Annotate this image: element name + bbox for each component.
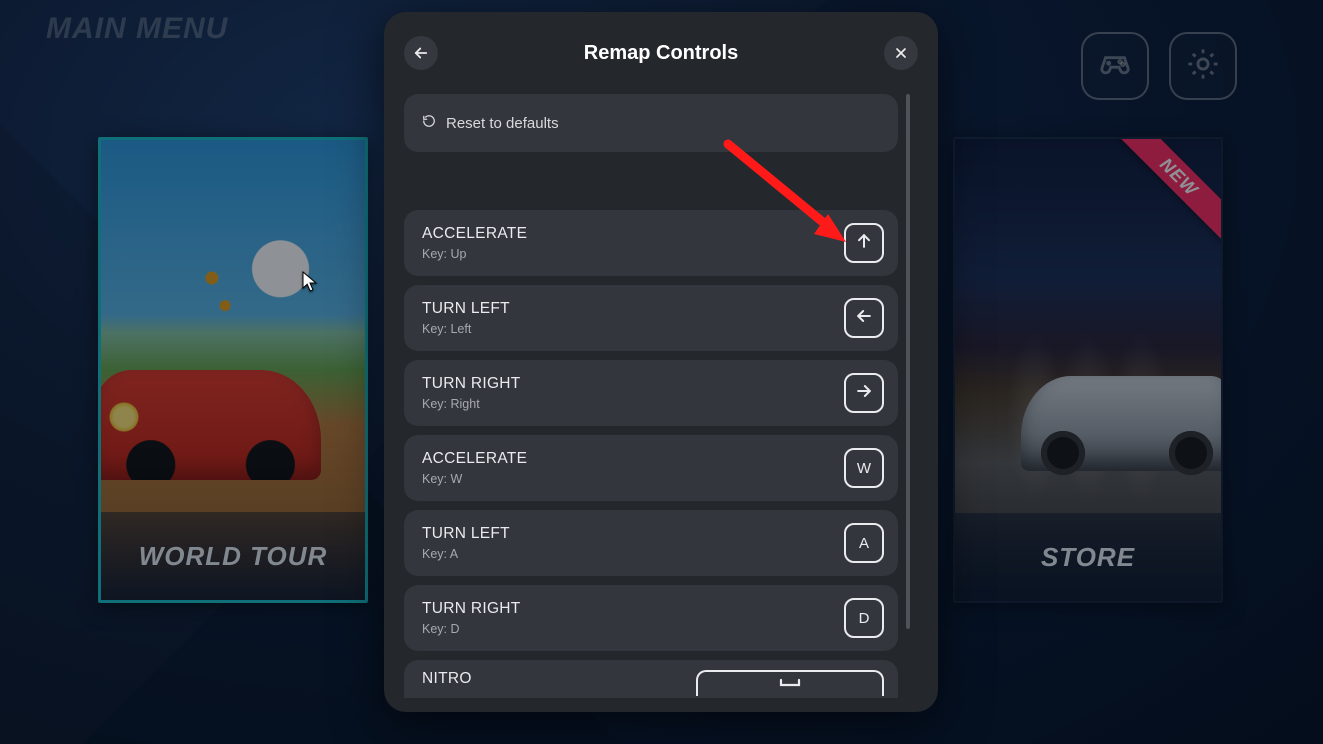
control-key-label: Key: D bbox=[422, 622, 521, 636]
keycap-space[interactable] bbox=[696, 670, 884, 696]
control-text: ACCELERATE Key: Up bbox=[422, 225, 527, 261]
scrollbar-thumb[interactable] bbox=[906, 94, 910, 629]
control-name: TURN RIGHT bbox=[422, 600, 521, 618]
modal-title: Remap Controls bbox=[384, 42, 938, 65]
control-key-label: Key: Right bbox=[422, 397, 521, 411]
control-name: TURN LEFT bbox=[422, 300, 510, 318]
scrollbar[interactable] bbox=[906, 94, 910, 702]
remap-controls-modal: Remap Controls Reset to defaults ACCELER… bbox=[384, 12, 938, 712]
keycap-right[interactable] bbox=[844, 373, 884, 413]
keycap-d[interactable]: D bbox=[844, 598, 884, 638]
control-row-turn-right[interactable]: TURN RIGHT Key: Right bbox=[404, 360, 898, 426]
controls-scroll-area[interactable]: Reset to defaults ACCELERATE Key: Up TUR… bbox=[404, 94, 898, 712]
control-key-label: Key: W bbox=[422, 472, 527, 486]
control-text: ACCELERATE Key: W bbox=[422, 450, 527, 486]
back-button[interactable] bbox=[404, 36, 438, 70]
refresh-icon bbox=[422, 114, 436, 132]
control-name: NITRO bbox=[422, 670, 472, 688]
control-row-turn-right-d[interactable]: TURN RIGHT Key: D D bbox=[404, 585, 898, 651]
arrow-left-icon bbox=[854, 306, 874, 330]
control-text: TURN LEFT Key: A bbox=[422, 525, 510, 561]
modal-header: Remap Controls bbox=[404, 30, 918, 76]
control-text: TURN LEFT Key: Left bbox=[422, 300, 510, 336]
control-name: TURN LEFT bbox=[422, 525, 510, 543]
arrow-left-icon bbox=[412, 44, 430, 62]
control-key-label: Key: A bbox=[422, 547, 510, 561]
control-name: TURN RIGHT bbox=[422, 375, 521, 393]
control-row-turn-left[interactable]: TURN LEFT Key: Left bbox=[404, 285, 898, 351]
keycap-a[interactable]: A bbox=[844, 523, 884, 563]
arrow-up-icon bbox=[854, 231, 874, 255]
control-key-label: Key: Left bbox=[422, 322, 510, 336]
close-icon bbox=[893, 45, 909, 61]
modal-body: Reset to defaults ACCELERATE Key: Up TUR… bbox=[404, 94, 918, 712]
reset-to-defaults[interactable]: Reset to defaults bbox=[404, 94, 898, 152]
control-text: TURN RIGHT Key: Right bbox=[422, 375, 521, 411]
reset-label: Reset to defaults bbox=[446, 115, 559, 132]
control-row-accelerate-up[interactable]: ACCELERATE Key: Up bbox=[404, 210, 898, 276]
control-name: ACCELERATE bbox=[422, 225, 527, 243]
arrow-right-icon bbox=[854, 381, 874, 405]
control-row-nitro[interactable]: NITRO bbox=[404, 660, 898, 698]
control-text: TURN RIGHT Key: D bbox=[422, 600, 521, 636]
keycap-left[interactable] bbox=[844, 298, 884, 338]
control-text: NITRO bbox=[422, 670, 472, 688]
control-row-accelerate-w[interactable]: ACCELERATE Key: W W bbox=[404, 435, 898, 501]
control-key-label: Key: Up bbox=[422, 247, 527, 261]
close-button[interactable] bbox=[884, 36, 918, 70]
spacebar-icon bbox=[778, 676, 802, 693]
control-row-turn-left-a[interactable]: TURN LEFT Key: A A bbox=[404, 510, 898, 576]
control-name: ACCELERATE bbox=[422, 450, 527, 468]
keycap-w[interactable]: W bbox=[844, 448, 884, 488]
keycap-up[interactable] bbox=[844, 223, 884, 263]
